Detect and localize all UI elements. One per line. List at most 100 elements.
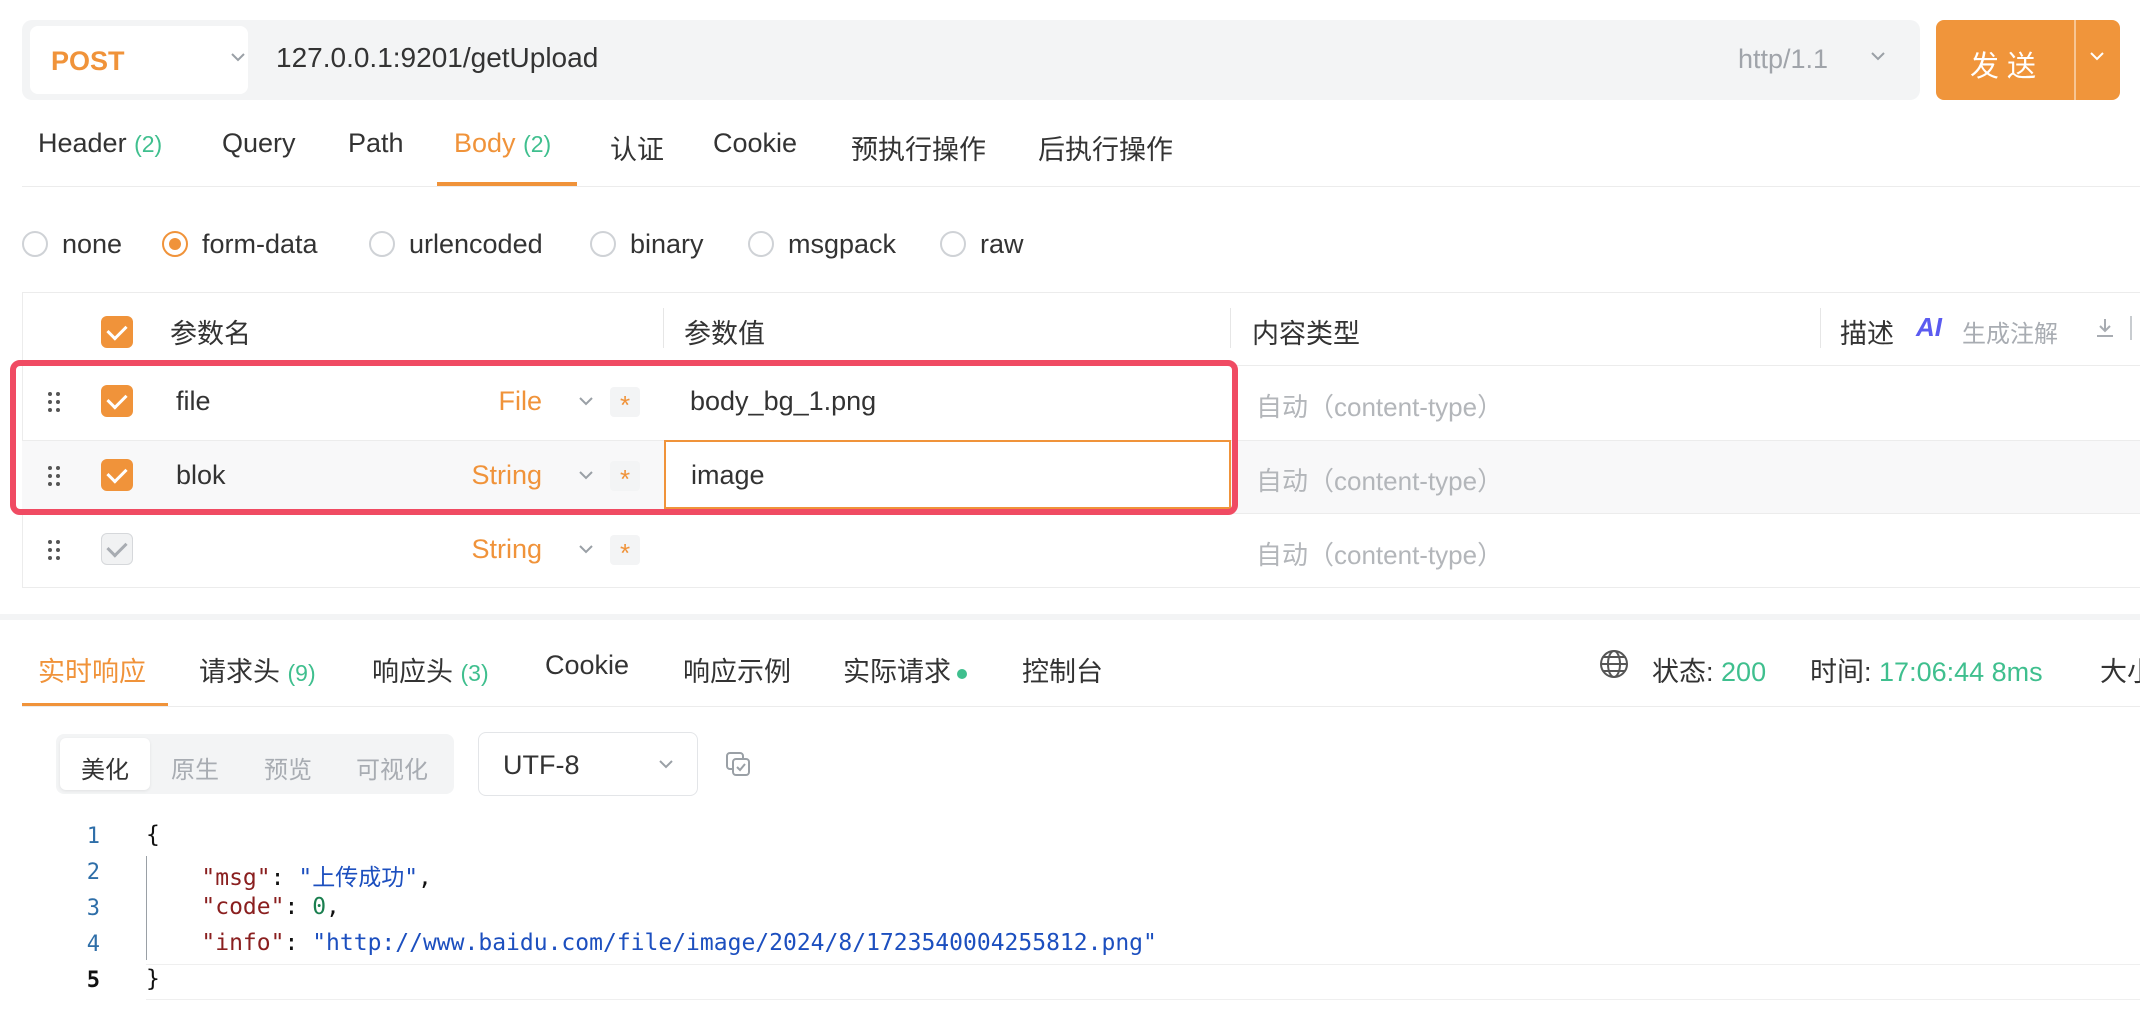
radio-none[interactable]: none [22, 226, 122, 262]
size-label: 大小 [2100, 657, 2140, 687]
tab-pre-actions[interactable]: 预执行操作 [851, 128, 986, 167]
radio-binary[interactable]: binary [590, 226, 704, 262]
status-readout: 状态: 200 [1652, 650, 1766, 689]
chevron-down-icon[interactable] [1870, 51, 1886, 61]
tab-response-examples[interactable]: 响应示例 [683, 650, 791, 689]
tab-count: (3) [460, 660, 489, 686]
tab-actual-request[interactable]: 实际请求 [843, 650, 967, 689]
json-punct: , [326, 894, 340, 920]
chevron-down-icon[interactable] [2088, 50, 2106, 62]
radio-label: raw [980, 228, 1024, 259]
tab-console[interactable]: 控制台 [1022, 650, 1103, 689]
radio-circle [162, 231, 188, 257]
time-value: 17:06:44 [1879, 657, 1985, 687]
radio-raw[interactable]: raw [940, 226, 1024, 262]
view-mode-preview[interactable]: 预览 [264, 750, 312, 785]
status-code: 200 [1721, 657, 1767, 687]
code-line: "msg": "上传成功", [201, 865, 432, 891]
divider [22, 186, 2140, 187]
radio-msgpack[interactable]: msgpack [748, 226, 896, 262]
download-icon[interactable] [2094, 316, 2116, 340]
code-line: } [146, 966, 160, 992]
chevron-down-icon [231, 53, 245, 62]
radio-label: binary [630, 228, 704, 259]
tab-label: Cookie [713, 128, 798, 158]
tab-realtime-response[interactable]: 实时响应 [38, 650, 146, 689]
tab-count: (2) [134, 131, 163, 157]
divider [22, 706, 2140, 707]
line-number: 3 [86, 896, 100, 921]
radio-label: msgpack [788, 228, 897, 259]
radio-form-data[interactable]: form-data [162, 226, 318, 262]
header-description: 描述 [1840, 319, 1894, 349]
url-input[interactable]: 127.0.0.1:9201/getUpload [276, 42, 598, 74]
param-type-select[interactable]: String [422, 534, 542, 565]
globe-icon[interactable] [1598, 648, 1630, 680]
tab-cookie[interactable]: Cookie [713, 128, 797, 159]
tab-label: Query [222, 128, 296, 158]
line-number: 4 [86, 932, 100, 957]
line-number: 1 [86, 824, 100, 849]
chevron-down-icon [659, 760, 673, 769]
content-type-input[interactable]: 自动（content-type） [1256, 461, 1503, 498]
header-param-value: 参数值 [684, 319, 765, 349]
tab-label: 实际请求 [843, 657, 951, 687]
code-line: "info": "http://www.baidu.com/file/image… [201, 930, 1157, 956]
required-toggle[interactable]: * [610, 535, 640, 568]
encoding-value: UTF-8 [503, 750, 580, 780]
time-label: 时间: [1810, 657, 1872, 687]
tab-auth[interactable]: 认证 [610, 128, 664, 167]
json-key: "msg" [201, 865, 271, 891]
header-content-type: 内容类型 [1252, 319, 1360, 349]
tab-label: 实时响应 [38, 657, 146, 687]
column-menu-icon[interactable] [2130, 316, 2140, 340]
view-mode-pretty[interactable]: 美化 [81, 750, 129, 785]
chevron-down-icon[interactable] [578, 544, 594, 554]
column-divider [1820, 308, 1821, 348]
tab-label: Header [38, 128, 127, 158]
radio-circle [940, 231, 966, 257]
protocol-select[interactable]: http/1.1 [1738, 44, 1828, 75]
tab-label: 控制台 [1022, 657, 1103, 687]
json-string: "http://www.baidu.com/file/image/2024/8/… [312, 930, 1157, 956]
method-select[interactable]: POST [30, 26, 248, 94]
tab-label: 后执行操作 [1038, 135, 1173, 165]
tab-body[interactable]: Body (2) [454, 128, 551, 159]
status-dot [957, 668, 967, 679]
radio-urlencoded[interactable]: urlencoded [369, 226, 543, 262]
copy-icon[interactable] [724, 750, 752, 778]
code-line: "code": 0, [201, 894, 340, 920]
encoding-select[interactable]: UTF-8 [478, 732, 698, 796]
ai-icon[interactable]: AI [1916, 312, 1942, 343]
content-type-input[interactable]: 自动（content-type） [1256, 387, 1503, 424]
radio-circle [590, 231, 616, 257]
content-type-input[interactable]: 自动（content-type） [1256, 535, 1503, 572]
section-divider [0, 614, 2140, 620]
drag-handle-icon[interactable] [48, 540, 62, 562]
tab-response-headers[interactable]: 响应头 (3) [372, 650, 489, 689]
tab-header[interactable]: Header (2) [38, 128, 162, 159]
select-all-checkbox[interactable] [101, 316, 133, 348]
view-mode-raw[interactable]: 原生 [171, 750, 219, 785]
send-button[interactable]: 发送 [1936, 20, 2120, 100]
view-mode-visualize[interactable]: 可视化 [356, 750, 428, 785]
tab-query[interactable]: Query [222, 128, 296, 159]
json-number: 0 [312, 894, 327, 920]
tab-request-headers[interactable]: 请求头 (9) [199, 650, 316, 689]
json-key: "code" [201, 894, 285, 920]
row-checkbox[interactable] [101, 533, 133, 565]
column-divider [663, 308, 664, 348]
tab-label: 预执行操作 [851, 135, 986, 165]
radio-label: form-data [202, 228, 318, 259]
highlight-annotation [10, 360, 1238, 515]
tab-path[interactable]: Path [348, 128, 404, 159]
send-label: 发送 [1970, 51, 2045, 83]
radio-circle [748, 231, 774, 257]
send-divider [2074, 20, 2076, 100]
tab-cookie-response[interactable]: Cookie [545, 650, 629, 681]
tab-label: 响应示例 [683, 657, 791, 687]
radio-circle [369, 231, 395, 257]
tab-post-actions[interactable]: 后执行操作 [1038, 128, 1173, 167]
generate-annotation-button[interactable]: 生成注解 [1962, 314, 2058, 349]
tab-count: (9) [287, 660, 316, 686]
